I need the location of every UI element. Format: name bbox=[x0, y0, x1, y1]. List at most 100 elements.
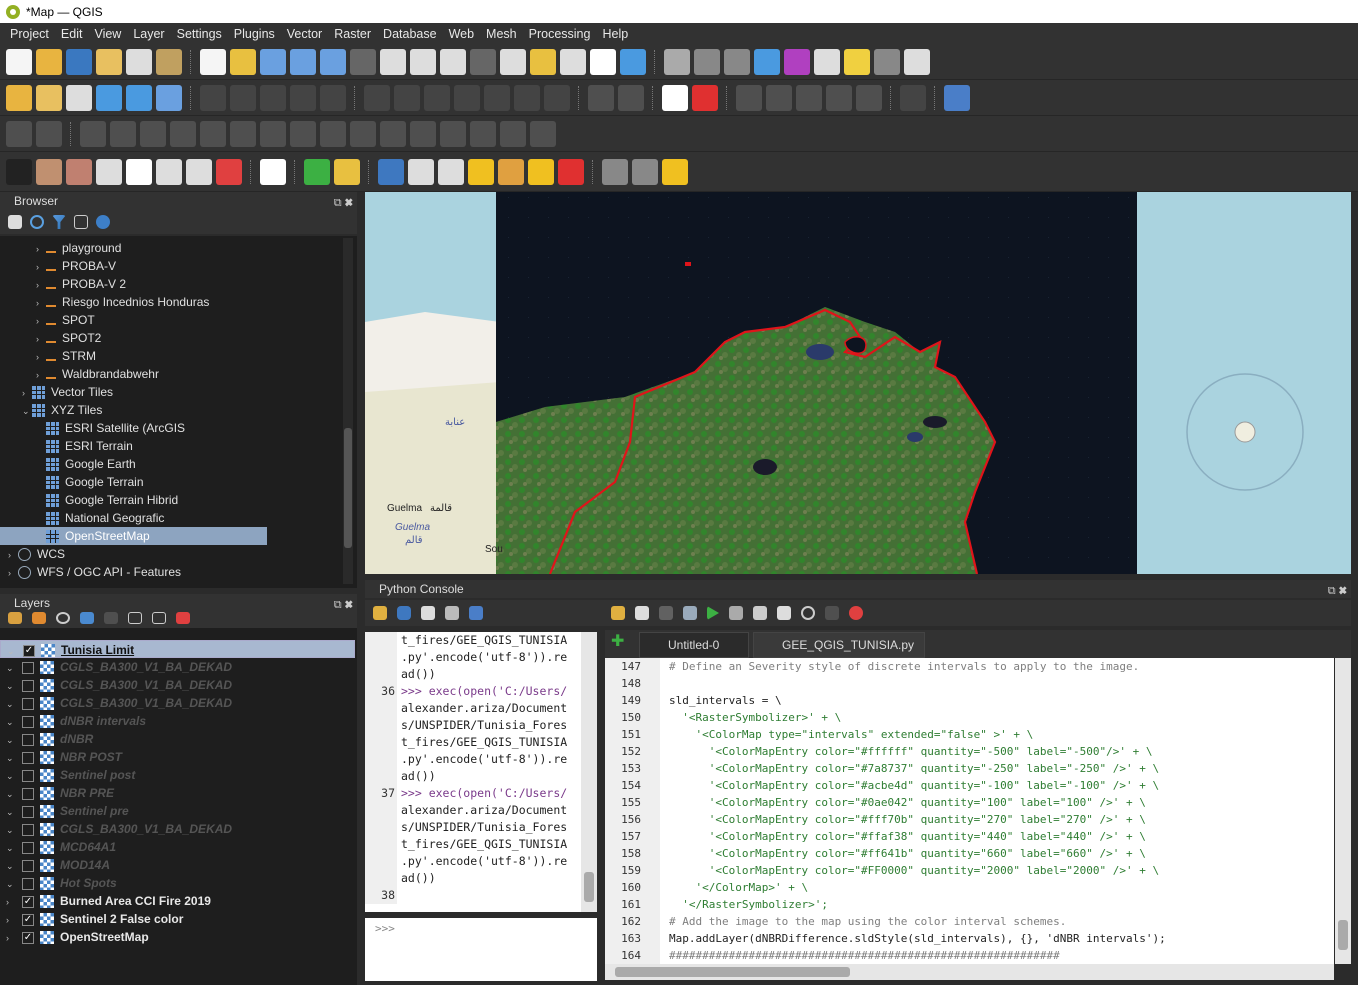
show-editor-icon[interactable] bbox=[421, 606, 435, 620]
paste-icon[interactable] bbox=[777, 606, 791, 620]
vertex-tool-icon[interactable] bbox=[320, 84, 346, 111]
menu-mesh[interactable]: Mesh bbox=[480, 27, 523, 41]
browser-item[interactable]: › PROBA-V bbox=[0, 257, 357, 275]
magic-wand-icon[interactable] bbox=[96, 158, 122, 185]
zoom-last-icon[interactable] bbox=[440, 48, 466, 75]
browser-item[interactable]: › WCS bbox=[0, 545, 357, 563]
layers-stack-icon[interactable] bbox=[528, 158, 554, 185]
menu-web[interactable]: Web bbox=[443, 27, 480, 41]
browser-item[interactable]: ⌄ XYZ Tiles bbox=[0, 401, 357, 419]
undo-icon[interactable] bbox=[514, 84, 540, 111]
annotation-icon[interactable] bbox=[844, 48, 870, 75]
layer-visibility-checkbox[interactable] bbox=[22, 751, 34, 764]
new-map-view-icon[interactable] bbox=[500, 48, 526, 75]
copy-features-icon[interactable] bbox=[454, 84, 480, 111]
menu-database[interactable]: Database bbox=[377, 27, 443, 41]
run-script-icon[interactable] bbox=[707, 606, 719, 620]
pan-icon[interactable] bbox=[200, 48, 226, 75]
browser-item[interactable]: › STRM bbox=[0, 347, 357, 365]
chevron-right-icon[interactable]: › bbox=[6, 893, 16, 911]
menu-vector[interactable]: Vector bbox=[281, 27, 328, 41]
new-shapefile-icon[interactable] bbox=[6, 84, 32, 111]
chevron-down-icon[interactable]: ⌄ bbox=[6, 749, 16, 767]
chevron-down-icon[interactable]: ⌄ bbox=[6, 785, 16, 803]
label-icon-4[interactable] bbox=[826, 84, 852, 111]
label-icon-3[interactable] bbox=[796, 84, 822, 111]
new-temporary-layer-icon[interactable] bbox=[66, 84, 92, 111]
layer-visibility-checkbox[interactable] bbox=[22, 859, 34, 872]
layer-row[interactable]: ⌄ dNBR intervals bbox=[0, 712, 357, 730]
merge-attributes-icon[interactable] bbox=[500, 120, 526, 147]
delete-ring-icon[interactable] bbox=[230, 120, 256, 147]
palette-icon[interactable] bbox=[498, 158, 524, 185]
chevron-right-icon[interactable]: › bbox=[36, 348, 46, 366]
trim-extend-icon[interactable] bbox=[380, 120, 406, 147]
browser-item[interactable]: OpenStreetMap bbox=[0, 527, 267, 545]
chevron-down-icon[interactable]: ⌄ bbox=[6, 803, 16, 821]
offset-icon[interactable] bbox=[320, 120, 346, 147]
split-features-icon[interactable] bbox=[410, 120, 436, 147]
layer-row[interactable]: ⌄ Hot Spots bbox=[0, 874, 357, 892]
layer-row[interactable]: ⌄ MCD64A1 bbox=[0, 838, 357, 856]
chevron-right-icon[interactable]: › bbox=[36, 294, 46, 312]
collapse-all-icon[interactable] bbox=[74, 215, 88, 229]
layer-visibility-checkbox[interactable] bbox=[22, 787, 34, 800]
layer-visibility-checkbox[interactable] bbox=[22, 661, 34, 674]
chevron-right-icon[interactable]: › bbox=[36, 312, 46, 330]
layer-row[interactable]: › ✓ Burned Area CCI Fire 2019 bbox=[0, 892, 357, 910]
chevron-right-icon[interactable]: › bbox=[36, 366, 46, 384]
add-ring-icon[interactable] bbox=[140, 120, 166, 147]
browser-item[interactable]: Google Terrain Hibrid bbox=[0, 491, 357, 509]
label-abc-icon[interactable] bbox=[588, 84, 614, 111]
cut-features-icon[interactable] bbox=[364, 84, 390, 111]
chevron-down-icon[interactable]: ⌄ bbox=[6, 731, 16, 749]
zoom-full-icon[interactable] bbox=[320, 48, 346, 75]
open-in-editor-icon[interactable] bbox=[635, 606, 649, 620]
browser-item[interactable]: National Geografic bbox=[0, 509, 357, 527]
menu-processing[interactable]: Processing bbox=[523, 27, 597, 41]
qfield-icon[interactable] bbox=[156, 158, 182, 185]
add-selected-layers-icon[interactable] bbox=[8, 215, 22, 229]
split-parts-icon[interactable] bbox=[440, 120, 466, 147]
chevron-right-icon[interactable]: › bbox=[6, 911, 16, 929]
refresh-icon[interactable] bbox=[620, 48, 646, 75]
rotate-point-icon[interactable] bbox=[530, 120, 556, 147]
fill-ring-icon[interactable] bbox=[200, 120, 226, 147]
identify-icon[interactable] bbox=[664, 48, 690, 75]
map-canvas[interactable]: Guelma قالمة Guelma قالم عنابة Sou bbox=[365, 192, 1351, 574]
python-icon[interactable] bbox=[378, 158, 404, 185]
layer-row[interactable]: ⌄ ✓ Tunisia Limit bbox=[0, 640, 355, 658]
add-feature-icon[interactable] bbox=[290, 84, 316, 111]
chevron-right-icon[interactable]: › bbox=[8, 564, 18, 582]
layer-visibility-checkbox[interactable]: ✓ bbox=[22, 913, 34, 926]
editor-vscrollbar[interactable] bbox=[1335, 658, 1351, 964]
add-group-icon[interactable] bbox=[32, 612, 46, 624]
layer-row[interactable]: ⌄ Sentinel post bbox=[0, 766, 357, 784]
chevron-right-icon[interactable]: › bbox=[8, 546, 18, 564]
chevron-down-icon[interactable]: ⌄ bbox=[6, 839, 16, 857]
menu-layer[interactable]: Layer bbox=[127, 27, 170, 41]
select-icon[interactable] bbox=[724, 48, 750, 75]
search-icon[interactable] bbox=[304, 158, 330, 185]
simplify-icon[interactable] bbox=[110, 120, 136, 147]
select-tool-icon[interactable] bbox=[602, 158, 628, 185]
object-inspector-icon[interactable] bbox=[849, 606, 863, 620]
zoom-native-icon[interactable] bbox=[410, 48, 436, 75]
chevron-right-icon[interactable]: › bbox=[36, 330, 46, 348]
python-icon[interactable] bbox=[397, 606, 411, 620]
move-feature-icon[interactable] bbox=[36, 120, 62, 147]
reverse-line-icon[interactable] bbox=[350, 120, 376, 147]
attribute-table-icon[interactable] bbox=[694, 48, 720, 75]
expand-all-icon[interactable] bbox=[128, 612, 142, 624]
browser-item[interactable]: › Riesgo Incednios Honduras bbox=[0, 293, 357, 311]
code-editor[interactable]: 147 # Define an Severity style of discret… bbox=[605, 658, 1334, 964]
open-project-icon[interactable] bbox=[36, 48, 62, 75]
new-virtual-layer-icon[interactable] bbox=[126, 84, 152, 111]
color-swatch-icon[interactable] bbox=[6, 158, 32, 185]
browser-item[interactable]: › SPOT2 bbox=[0, 329, 357, 347]
layer-row[interactable]: › ✓ OpenStreetMap bbox=[0, 928, 357, 946]
browser-item[interactable]: › SPOT bbox=[0, 311, 357, 329]
html-icon[interactable] bbox=[438, 158, 464, 185]
layer-visibility-checkbox[interactable]: ✓ bbox=[22, 931, 34, 944]
filter-icon[interactable] bbox=[52, 215, 66, 229]
